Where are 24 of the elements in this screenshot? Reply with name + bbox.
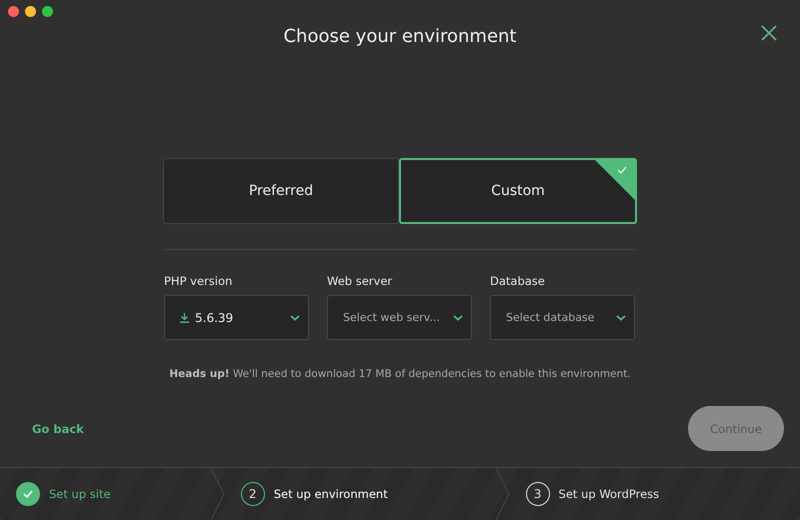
notice-text: Heads up! We'll need to download 17 MB of dependencies to enable this environment. [169,368,631,380]
step-label: Set up WordPress [558,487,660,501]
chevron-down-icon [616,314,626,322]
field-label: Database [490,274,546,288]
close-window-icon[interactable] [8,6,19,17]
minimize-window-icon[interactable] [25,6,36,17]
go-back-link[interactable]: Go back [32,422,84,436]
environment-option[interactable]: Preferred [163,158,399,224]
step-number: 3 [526,482,550,506]
dropdown-field[interactable]: Select database [490,295,635,340]
chevron-down-icon [290,314,300,322]
check-corner-icon [595,160,635,200]
chevron-down-icon [453,314,463,322]
dropdown-field[interactable]: Select web serv... [327,295,472,340]
step-label: Set up environment [274,487,388,501]
close-button[interactable] [760,24,778,42]
dropdown-field[interactable]: 5.6.39 [164,295,309,340]
field-label: Web server [327,274,394,288]
window-title: Choose your environment [283,26,516,46]
zoom-window-icon[interactable] [42,6,53,17]
step-number: 2 [240,482,265,506]
step-label: Set up site [49,487,111,501]
field-label: PHP version [164,274,234,288]
environment-option[interactable]: Custom [399,158,637,224]
